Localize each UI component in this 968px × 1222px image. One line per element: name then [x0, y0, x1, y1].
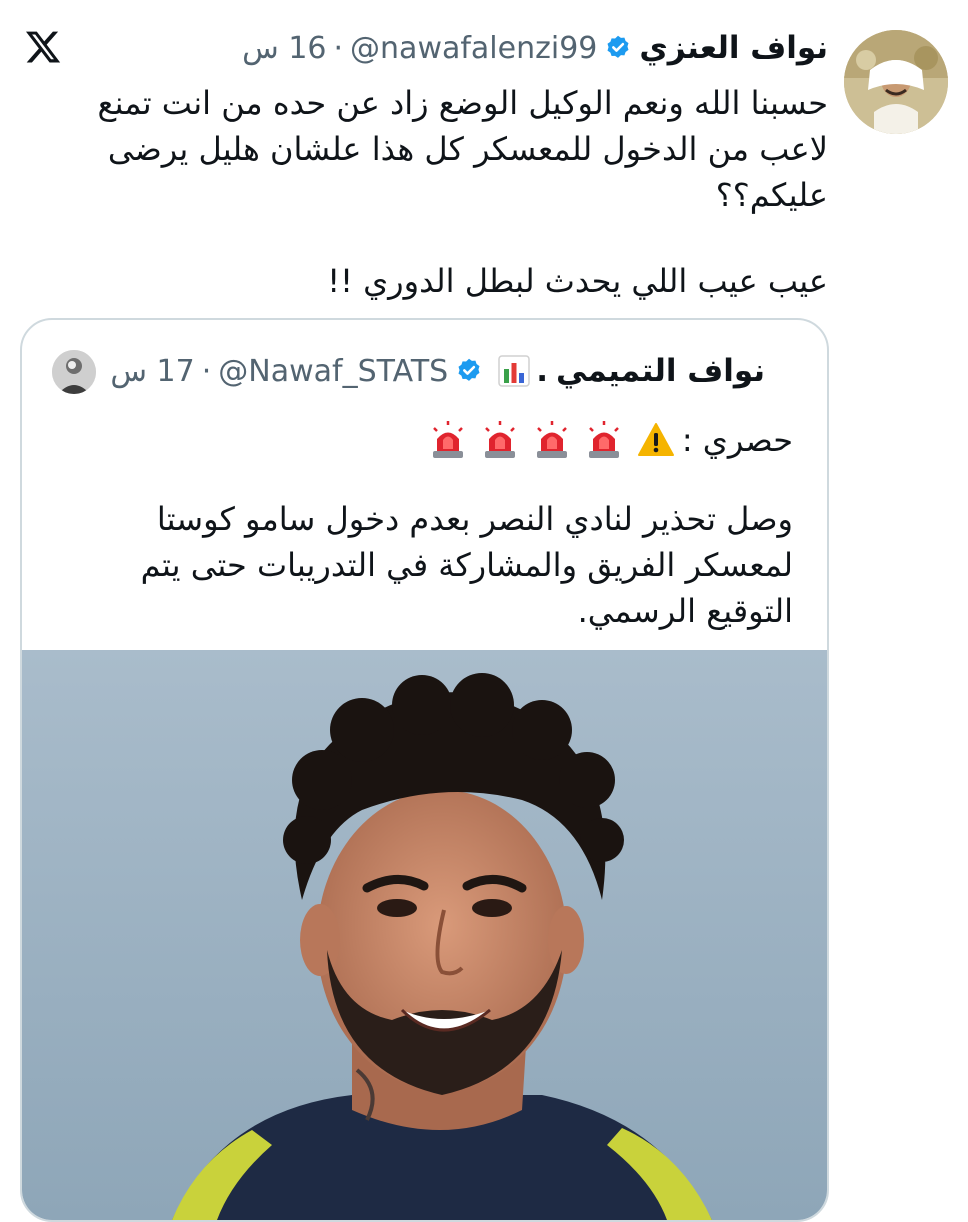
post-header: نواف العنزي @nawafalenzi99 · 16 س — [242, 28, 828, 68]
verified-badge-icon — [607, 35, 629, 58]
police-siren-emoji-icon — [588, 421, 619, 458]
quoted-author-name-suffix: . — [498, 353, 548, 389]
bar-chart-emoji-icon — [498, 355, 530, 387]
quoted-author-display-name[interactable]: نواف التميمي — [556, 353, 765, 389]
quoted-author-name-dot: . — [536, 353, 548, 389]
post-text: حسبنا الله ونعم الوكيل الوضع زاد عن حده … — [68, 80, 828, 304]
separator-dot: · — [333, 30, 344, 66]
post-timestamp[interactable]: 16 س — [242, 31, 326, 66]
quoted-post-text: وصل تحذير لنادي النصر بعدم دخول سامو كوس… — [140, 500, 793, 630]
post-text-paragraph: حسبنا الله ونعم الوكيل الوضع زاد عن حده … — [97, 84, 828, 214]
separator-dot: · — [201, 353, 212, 389]
author-display-name[interactable]: نواف العنزي — [639, 30, 828, 66]
x-logo-icon[interactable] — [24, 28, 62, 66]
police-siren-emoji-icon — [484, 421, 515, 458]
quoted-post-first-line: حصري : — [422, 410, 793, 470]
warning-emoji-icon — [637, 423, 674, 456]
quoted-post-timestamp[interactable]: 17 س — [110, 354, 194, 389]
quoted-post-card[interactable]: نواف التميمي . @Nawaf_STATS · 17 س حصري … — [20, 318, 829, 1222]
quoted-post-label: حصري : — [681, 421, 793, 459]
verified-badge-icon — [458, 358, 480, 381]
police-siren-emoji-icon — [432, 421, 463, 458]
post-text-paragraph: عيب عيب اللي يحدث لبطل الدوري !! — [327, 262, 828, 300]
author-handle[interactable]: @nawafalenzi99 — [350, 31, 597, 66]
quoted-post-header: نواف التميمي . @Nawaf_STATS · 17 س — [110, 350, 765, 392]
police-siren-emoji-icon — [536, 421, 567, 458]
quoted-post-photo[interactable] — [22, 650, 827, 1220]
author-avatar[interactable] — [844, 30, 948, 134]
quoted-author-avatar[interactable] — [52, 350, 96, 394]
quoted-author-handle[interactable]: @Nawaf_STATS — [218, 354, 448, 389]
